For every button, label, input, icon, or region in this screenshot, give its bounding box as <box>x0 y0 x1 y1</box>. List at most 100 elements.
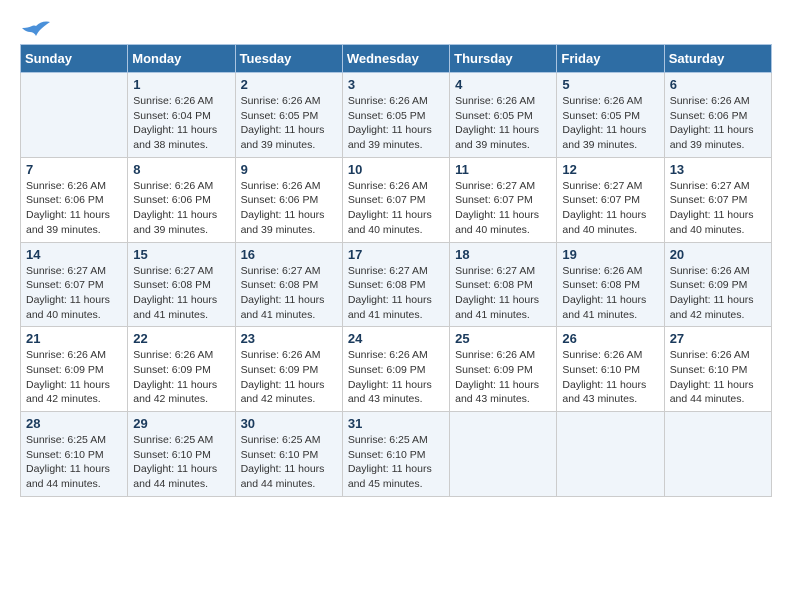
calendar-cell: 31Sunrise: 6:25 AMSunset: 6:10 PMDayligh… <box>342 412 449 497</box>
day-number: 20 <box>670 247 766 262</box>
calendar-cell: 28 Sunrise: 6:25 AMSunset: 6:10 PMDayligh… <box>21 412 128 497</box>
calendar-cell: 23Sunrise: 6:26 AMSunset: 6:09 PMDayligh… <box>235 327 342 412</box>
day-info: Sunrise: 6:26 AMSunset: 6:05 PMDaylight:… <box>241 94 337 153</box>
calendar-cell: 19Sunrise: 6:26 AMSunset: 6:08 PMDayligh… <box>557 242 664 327</box>
day-info: Sunrise: 6:27 AMSunset: 6:08 PMDaylight:… <box>455 264 551 323</box>
calendar-body: 1 Sunrise: 6:26 AMSunset: 6:04 PMDaylight… <box>21 73 772 497</box>
day-number: 30 <box>241 416 337 431</box>
day-of-week-header: Friday <box>557 45 664 73</box>
calendar-week-row: 28 Sunrise: 6:25 AMSunset: 6:10 PMDayligh… <box>21 412 772 497</box>
calendar-week-row: 21Sunrise: 6:26 AMSunset: 6:09 PMDayligh… <box>21 327 772 412</box>
logo <box>20 20 50 34</box>
day-number: 18 <box>455 247 551 262</box>
calendar-week-row: 14 Sunrise: 6:27 AMSunset: 6:07 PMDayligh… <box>21 242 772 327</box>
calendar-cell: 2 Sunrise: 6:26 AMSunset: 6:05 PMDaylight… <box>235 73 342 158</box>
day-number: 27 <box>670 331 766 346</box>
day-info: Sunrise: 6:26 AMSunset: 6:07 PMDaylight:… <box>348 179 444 238</box>
day-info: Sunrise: 6:26 AMSunset: 6:09 PMDaylight:… <box>133 348 229 407</box>
calendar-cell <box>21 73 128 158</box>
day-number: 2 <box>241 77 337 92</box>
calendar-cell: 7Sunrise: 6:26 AMSunset: 6:06 PMDaylight… <box>21 157 128 242</box>
day-info: Sunrise: 6:27 AMSunset: 6:07 PMDaylight:… <box>562 179 658 238</box>
day-number: 29 <box>133 416 229 431</box>
day-number: 26 <box>562 331 658 346</box>
day-number: 25 <box>455 331 551 346</box>
day-info: Sunrise: 6:25 AMSunset: 6:10 PMDaylight:… <box>241 433 337 492</box>
day-info: Sunrise: 6:26 AMSunset: 6:10 PMDaylight:… <box>562 348 658 407</box>
day-info: Sunrise: 6:25 AMSunset: 6:10 PMDaylight:… <box>26 433 122 492</box>
calendar-cell: 8Sunrise: 6:26 AMSunset: 6:06 PMDaylight… <box>128 157 235 242</box>
day-info: Sunrise: 6:26 AMSunset: 6:09 PMDaylight:… <box>455 348 551 407</box>
day-of-week-header: Monday <box>128 45 235 73</box>
calendar-cell: 22 Sunrise: 6:26 AMSunset: 6:09 PMDayligh… <box>128 327 235 412</box>
day-number: 12 <box>562 162 658 177</box>
day-number: 24 <box>348 331 444 346</box>
day-info: Sunrise: 6:26 AMSunset: 6:05 PMDaylight:… <box>562 94 658 153</box>
day-info: Sunrise: 6:26 AMSunset: 6:06 PMDaylight:… <box>670 94 766 153</box>
calendar-cell: 27 Sunrise: 6:26 AMSunset: 6:10 PMDayligh… <box>664 327 771 412</box>
day-info: Sunrise: 6:26 AMSunset: 6:08 PMDaylight:… <box>562 264 658 323</box>
day-number: 3 <box>348 77 444 92</box>
calendar-cell: 13 Sunrise: 6:27 AMSunset: 6:07 PMDayligh… <box>664 157 771 242</box>
calendar-cell: 17Sunrise: 6:27 AMSunset: 6:08 PMDayligh… <box>342 242 449 327</box>
day-info: Sunrise: 6:26 AMSunset: 6:06 PMDaylight:… <box>133 179 229 238</box>
day-info: Sunrise: 6:26 AMSunset: 6:09 PMDaylight:… <box>241 348 337 407</box>
calendar-cell: 5 Sunrise: 6:26 AMSunset: 6:05 PMDaylight… <box>557 73 664 158</box>
day-number: 4 <box>455 77 551 92</box>
day-of-week-header: Saturday <box>664 45 771 73</box>
calendar-cell: 26 Sunrise: 6:26 AMSunset: 6:10 PMDayligh… <box>557 327 664 412</box>
day-info: Sunrise: 6:26 AMSunset: 6:05 PMDaylight:… <box>455 94 551 153</box>
calendar-cell: 1 Sunrise: 6:26 AMSunset: 6:04 PMDaylight… <box>128 73 235 158</box>
calendar-cell: 25 Sunrise: 6:26 AMSunset: 6:09 PMDayligh… <box>450 327 557 412</box>
calendar-cell: 24Sunrise: 6:26 AMSunset: 6:09 PMDayligh… <box>342 327 449 412</box>
day-number: 22 <box>133 331 229 346</box>
calendar-cell: 3Sunrise: 6:26 AMSunset: 6:05 PMDaylight… <box>342 73 449 158</box>
page-header <box>20 20 772 34</box>
calendar-cell: 11Sunrise: 6:27 AMSunset: 6:07 PMDayligh… <box>450 157 557 242</box>
day-info: Sunrise: 6:26 AMSunset: 6:10 PMDaylight:… <box>670 348 766 407</box>
day-info: Sunrise: 6:25 AMSunset: 6:10 PMDaylight:… <box>348 433 444 492</box>
day-info: Sunrise: 6:27 AMSunset: 6:07 PMDaylight:… <box>455 179 551 238</box>
day-number: 28 <box>26 416 122 431</box>
calendar-cell: 14 Sunrise: 6:27 AMSunset: 6:07 PMDayligh… <box>21 242 128 327</box>
calendar-cell: 30 Sunrise: 6:25 AMSunset: 6:10 PMDayligh… <box>235 412 342 497</box>
day-info: Sunrise: 6:27 AMSunset: 6:07 PMDaylight:… <box>26 264 122 323</box>
day-info: Sunrise: 6:27 AMSunset: 6:07 PMDaylight:… <box>670 179 766 238</box>
calendar-header-row: SundayMondayTuesdayWednesdayThursdayFrid… <box>21 45 772 73</box>
day-info: Sunrise: 6:26 AMSunset: 6:06 PMDaylight:… <box>26 179 122 238</box>
day-number: 15 <box>133 247 229 262</box>
calendar-cell: 21Sunrise: 6:26 AMSunset: 6:09 PMDayligh… <box>21 327 128 412</box>
day-number: 14 <box>26 247 122 262</box>
day-info: Sunrise: 6:26 AMSunset: 6:06 PMDaylight:… <box>241 179 337 238</box>
calendar-cell <box>557 412 664 497</box>
calendar-cell: 10 Sunrise: 6:26 AMSunset: 6:07 PMDayligh… <box>342 157 449 242</box>
calendar-cell: 15 Sunrise: 6:27 AMSunset: 6:08 PMDayligh… <box>128 242 235 327</box>
calendar-cell: 29 Sunrise: 6:25 AMSunset: 6:10 PMDayligh… <box>128 412 235 497</box>
day-info: Sunrise: 6:26 AMSunset: 6:09 PMDaylight:… <box>26 348 122 407</box>
day-number: 5 <box>562 77 658 92</box>
calendar-cell <box>450 412 557 497</box>
day-of-week-header: Thursday <box>450 45 557 73</box>
day-info: Sunrise: 6:26 AMSunset: 6:09 PMDaylight:… <box>670 264 766 323</box>
day-number: 13 <box>670 162 766 177</box>
day-of-week-header: Sunday <box>21 45 128 73</box>
calendar-cell: 16Sunrise: 6:27 AMSunset: 6:08 PMDayligh… <box>235 242 342 327</box>
day-info: Sunrise: 6:26 AMSunset: 6:04 PMDaylight:… <box>133 94 229 153</box>
day-number: 6 <box>670 77 766 92</box>
day-info: Sunrise: 6:25 AMSunset: 6:10 PMDaylight:… <box>133 433 229 492</box>
day-of-week-header: Wednesday <box>342 45 449 73</box>
calendar-table: SundayMondayTuesdayWednesdayThursdayFrid… <box>20 44 772 497</box>
day-number: 10 <box>348 162 444 177</box>
calendar-week-row: 7Sunrise: 6:26 AMSunset: 6:06 PMDaylight… <box>21 157 772 242</box>
calendar-cell: 9 Sunrise: 6:26 AMSunset: 6:06 PMDaylight… <box>235 157 342 242</box>
calendar-cell: 12 Sunrise: 6:27 AMSunset: 6:07 PMDayligh… <box>557 157 664 242</box>
logo-bird-icon <box>22 18 50 40</box>
day-number: 1 <box>133 77 229 92</box>
calendar-week-row: 1 Sunrise: 6:26 AMSunset: 6:04 PMDaylight… <box>21 73 772 158</box>
calendar-cell: 20 Sunrise: 6:26 AMSunset: 6:09 PMDayligh… <box>664 242 771 327</box>
calendar-cell: 18 Sunrise: 6:27 AMSunset: 6:08 PMDayligh… <box>450 242 557 327</box>
day-number: 9 <box>241 162 337 177</box>
day-info: Sunrise: 6:27 AMSunset: 6:08 PMDaylight:… <box>241 264 337 323</box>
day-info: Sunrise: 6:27 AMSunset: 6:08 PMDaylight:… <box>133 264 229 323</box>
calendar-cell <box>664 412 771 497</box>
